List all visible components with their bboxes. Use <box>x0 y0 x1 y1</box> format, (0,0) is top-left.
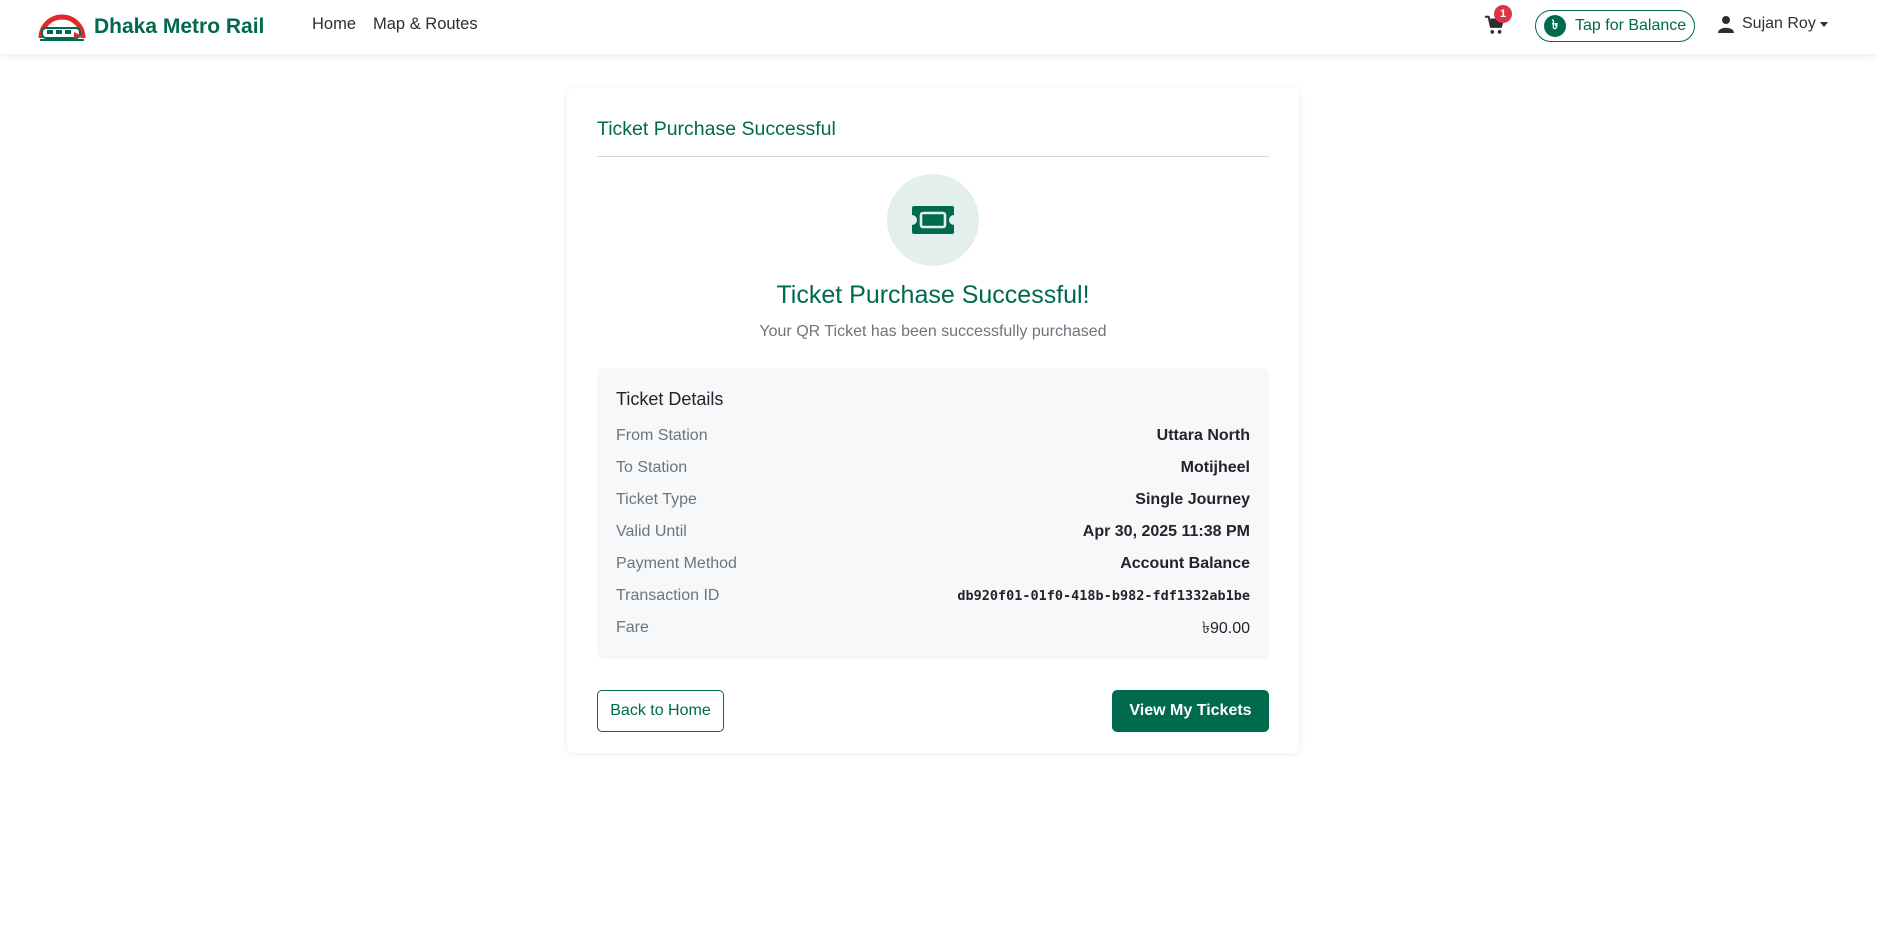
back-to-home-button[interactable]: Back to Home <box>597 690 724 732</box>
detail-label: Ticket Type <box>616 491 697 508</box>
chevron-down-icon <box>1819 21 1828 27</box>
user-menu-dropdown[interactable]: Sujan Roy <box>1718 15 1828 33</box>
cart-count-badge: 1 <box>1494 5 1512 23</box>
detail-row-valid-until: Valid Until Apr 30, 2025 11:38 PM <box>616 520 1250 544</box>
detail-value: Apr 30, 2025 11:38 PM <box>1082 523 1250 540</box>
detail-row-transaction-id: Transaction ID db920f01-01f0-418b-b982-f… <box>616 584 1250 608</box>
detail-label: Valid Until <box>616 523 687 540</box>
brand-link[interactable]: Dhaka Metro Rail <box>38 12 264 42</box>
nav-link-map-routes[interactable]: Map & Routes <box>373 15 478 34</box>
user-icon <box>1718 16 1734 33</box>
fare-value: ৳90.00 <box>1201 619 1250 637</box>
detail-row-ticket-type: Ticket Type Single Journey <box>616 488 1250 512</box>
detail-value: Single Journey <box>1135 491 1250 508</box>
detail-value: Account Balance <box>1120 555 1250 572</box>
transaction-id-value: db920f01-01f0-418b-b982-fdf1332ab1be <box>957 588 1250 604</box>
detail-row-to-station: To Station Motijheel <box>616 456 1250 480</box>
success-subheading: Your QR Ticket has been successfully pur… <box>759 323 1107 340</box>
card-divider <box>597 156 1269 157</box>
detail-value: Motijheel <box>1180 459 1250 476</box>
detail-label: To Station <box>616 459 688 476</box>
user-name: Sujan Roy <box>1742 15 1816 32</box>
view-my-tickets-button[interactable]: View My Tickets <box>1112 690 1269 732</box>
tap-for-balance-button[interactable]: ৳ Tap for Balance <box>1535 10 1695 42</box>
detail-value: Uttara North <box>1156 427 1250 444</box>
ticket-icon <box>912 206 954 234</box>
ticket-details-title: Ticket Details <box>616 389 724 409</box>
detail-label: Transaction ID <box>616 587 720 604</box>
nav-link-home[interactable]: Home <box>312 15 356 34</box>
ticket-icon-circle <box>887 174 979 266</box>
card-title: Ticket Purchase Successful <box>597 118 836 140</box>
success-heading: Ticket Purchase Successful! <box>776 281 1090 309</box>
detail-label: From Station <box>616 427 708 444</box>
nav-links: Home Map & Routes <box>312 15 478 34</box>
ticket-details-panel: Ticket Details From Station Uttara North… <box>597 368 1269 659</box>
brand-name: Dhaka Metro Rail <box>94 15 265 38</box>
taka-icon: ৳ <box>1544 15 1566 37</box>
detail-row-payment-method: Payment Method Account Balance <box>616 552 1250 576</box>
balance-label: Tap for Balance <box>1575 17 1687 34</box>
detail-row-from-station: From Station Uttara North <box>616 424 1250 448</box>
detail-label: Payment Method <box>616 555 737 572</box>
purchase-success-card: Ticket Purchase Successful Ticket Purcha… <box>567 88 1299 753</box>
detail-row-fare: Fare ৳90.00 <box>616 616 1250 640</box>
metro-logo-icon <box>38 14 86 41</box>
navbar: Dhaka Metro Rail Home Map & Routes 1 ৳ T… <box>0 0 1878 54</box>
detail-label: Fare <box>616 619 649 636</box>
